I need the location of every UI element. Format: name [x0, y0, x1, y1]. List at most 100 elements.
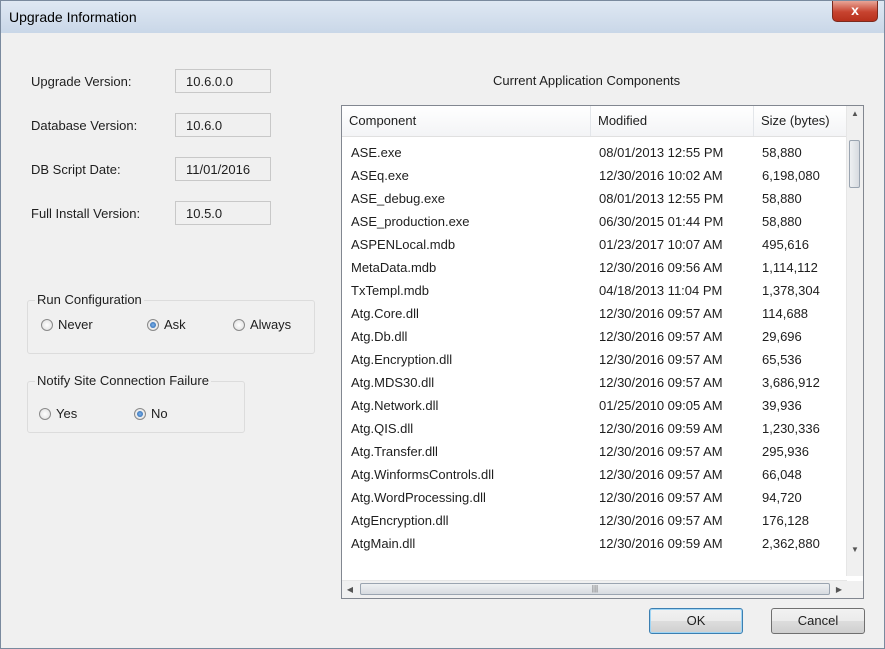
run-always-radio[interactable]: Always [233, 317, 291, 332]
upgrade-information-dialog: Upgrade Information x Upgrade Version: 1… [0, 0, 885, 649]
component-name-cell: Atg.Core.dll [351, 306, 419, 321]
size-cell: 29,696 [762, 329, 802, 344]
run-never-radio[interactable]: Never [41, 317, 93, 332]
modified-cell: 08/01/2013 12:55 PM [599, 145, 724, 160]
modified-cell: 01/23/2017 10:07 AM [599, 237, 723, 252]
table-row[interactable]: ASPENLocal.mdb 01/23/2017 10:07 AM 495,616 [342, 233, 847, 256]
run-configuration-label: Run Configuration [35, 292, 144, 307]
table-row[interactable]: Atg.Transfer.dll 12/30/2016 09:57 AM 295,9… [342, 440, 847, 463]
full-install-version-value: 10.5.0 [175, 201, 271, 225]
modified-cell: 12/30/2016 09:57 AM [599, 490, 723, 505]
size-cell: 295,936 [762, 444, 809, 459]
modified-cell: 12/30/2016 09:57 AM [599, 444, 723, 459]
notify-yes-radio[interactable]: Yes [39, 406, 77, 421]
component-name-cell: Atg.Db.dll [351, 329, 408, 344]
components-list[interactable]: Component Modified Size (bytes) ASE.exe 0… [341, 105, 864, 599]
table-row[interactable]: Atg.WordProcessing.dll 12/30/2016 09:57 A… [342, 486, 847, 509]
size-cell: 114,688 [762, 306, 809, 321]
table-row[interactable]: ASE_production.exe 06/30/2015 01:44 PM 58,… [342, 210, 847, 233]
modified-cell: 12/30/2016 09:57 AM [599, 467, 723, 482]
title-bar: Upgrade Information x [1, 1, 884, 33]
component-name-cell: Atg.WinformsControls.dll [351, 467, 495, 482]
horizontal-scroll-thumb[interactable]: ||| [360, 583, 830, 595]
component-name-cell: Atg.Network.dll [351, 398, 439, 413]
radio-checked-icon [134, 407, 146, 420]
table-row[interactable]: AtgMain.dll 12/30/2016 09:59 AM 2,362,880 [342, 532, 847, 555]
table-row[interactable]: AtgEncryption.dll 12/30/2016 09:57 AM 176,… [342, 509, 847, 532]
chevron-down-icon[interactable]: ▼ [847, 542, 863, 558]
table-row[interactable]: Atg.Encryption.dll 12/30/2016 09:57 AM 65,… [342, 348, 847, 371]
component-name-cell: Atg.QIS.dll [351, 421, 414, 436]
vertical-scrollbar[interactable]: ▲ ▼ [846, 106, 863, 576]
modified-cell: 08/01/2013 12:55 PM [599, 191, 724, 206]
size-cell: 1,230,336 [762, 421, 820, 436]
table-row[interactable]: MetaData.mdb 12/30/2016 09:56 AM 1,114,112 [342, 256, 847, 279]
table-row[interactable]: Atg.Network.dll 01/25/2010 09:05 AM 39,936 [342, 394, 847, 417]
upgrade-version-value: 10.6.0.0 [175, 69, 271, 93]
size-cell: 2,362,880 [762, 536, 820, 551]
run-never-label: Never [58, 317, 93, 332]
table-row[interactable]: Atg.QIS.dll 12/30/2016 09:59 AM 1,230,336 [342, 417, 847, 440]
modified-cell: 12/30/2016 10:02 AM [599, 168, 723, 183]
ok-button[interactable]: OK [649, 608, 743, 634]
db-script-date-value: 11/01/2016 [175, 157, 271, 181]
size-cell: 495,616 [762, 237, 809, 252]
table-row[interactable]: Atg.MDS30.dll 12/30/2016 09:57 AM 3,686,91… [342, 371, 847, 394]
column-header-modified[interactable]: Modified [591, 106, 754, 136]
vertical-scroll-thumb[interactable] [849, 140, 860, 188]
size-cell: 58,880 [762, 214, 802, 229]
component-name-cell: Atg.Encryption.dll [351, 352, 453, 367]
modified-cell: 12/30/2016 09:57 AM [599, 513, 723, 528]
table-row[interactable]: Atg.WinformsControls.dll 12/30/2016 09:57… [342, 463, 847, 486]
scrollbar-corner [847, 581, 863, 598]
notify-site-connection-label: Notify Site Connection Failure [35, 373, 211, 388]
radio-unchecked-icon [41, 318, 53, 331]
run-ask-radio[interactable]: Ask [147, 317, 186, 332]
chevron-right-icon[interactable]: ▶ [831, 581, 847, 598]
component-name-cell: Atg.MDS30.dll [351, 375, 435, 390]
component-name-cell: Atg.Transfer.dll [351, 444, 438, 459]
modified-cell: 06/30/2015 01:44 PM [599, 214, 724, 229]
window-title: Upgrade Information [9, 9, 137, 25]
horizontal-scrollbar[interactable]: ◀ ||| ▶ [342, 580, 847, 598]
column-header-component[interactable]: Component [342, 106, 591, 136]
modified-cell: 12/30/2016 09:57 AM [599, 375, 723, 390]
modified-cell: 04/18/2013 11:04 PM [599, 283, 723, 298]
close-icon: x [851, 2, 859, 18]
component-name-cell: ASE.exe [351, 145, 402, 160]
database-version-value: 10.6.0 [175, 113, 271, 137]
dialog-body: Upgrade Version: 10.6.0.0 Database Versi… [9, 33, 876, 640]
size-cell: 65,536 [762, 352, 802, 367]
table-row[interactable]: TxTempl.mdb 04/18/2013 11:04 PM 1,378,304 [342, 279, 847, 302]
list-body: ASE.exe 08/01/2013 12:55 PM 58,880 ASEq.exe… [342, 141, 847, 574]
size-cell: 3,686,912 [762, 375, 820, 390]
modified-cell: 01/25/2010 09:05 AM [599, 398, 723, 413]
notify-yes-label: Yes [56, 406, 78, 421]
table-row[interactable]: Atg.Core.dll 12/30/2016 09:57 AM 114,688 [342, 302, 847, 325]
component-name-cell: Atg.WordProcessing.dll [351, 490, 486, 505]
size-cell: 58,880 [762, 145, 802, 160]
notify-no-radio[interactable]: No [134, 406, 168, 421]
size-cell: 39,936 [762, 398, 802, 413]
db-script-date-label: DB Script Date: [31, 162, 121, 177]
table-row[interactable]: ASE_debug.exe 08/01/2013 12:55 PM 58,880 [342, 187, 847, 210]
column-header-size[interactable]: Size (bytes) [754, 106, 847, 136]
size-cell: 1,114,112 [762, 260, 818, 275]
table-row[interactable]: Atg.Db.dll 12/30/2016 09:57 AM 29,696 [342, 325, 847, 348]
table-row[interactable]: ASEq.exe 12/30/2016 10:02 AM 6,198,080 [342, 164, 847, 187]
close-button[interactable]: x [832, 1, 878, 22]
component-name-cell: AtgEncryption.dll [351, 513, 449, 528]
upgrade-version-label: Upgrade Version: [31, 74, 132, 89]
component-name-cell: ASEq.exe [351, 168, 409, 183]
table-row[interactable]: ASE.exe 08/01/2013 12:55 PM 58,880 [342, 141, 847, 164]
radio-unchecked-icon [233, 318, 245, 331]
size-cell: 176,128 [762, 513, 809, 528]
component-name-cell: MetaData.mdb [351, 260, 437, 275]
modified-cell: 12/30/2016 09:57 AM [599, 329, 723, 344]
component-name-cell: ASPENLocal.mdb [351, 237, 456, 252]
chevron-left-icon[interactable]: ◀ [342, 581, 358, 598]
component-name-cell: ASE_production.exe [351, 214, 470, 229]
cancel-button[interactable]: Cancel [771, 608, 865, 634]
chevron-up-icon[interactable]: ▲ [847, 106, 863, 122]
run-ask-label: Ask [164, 317, 186, 332]
